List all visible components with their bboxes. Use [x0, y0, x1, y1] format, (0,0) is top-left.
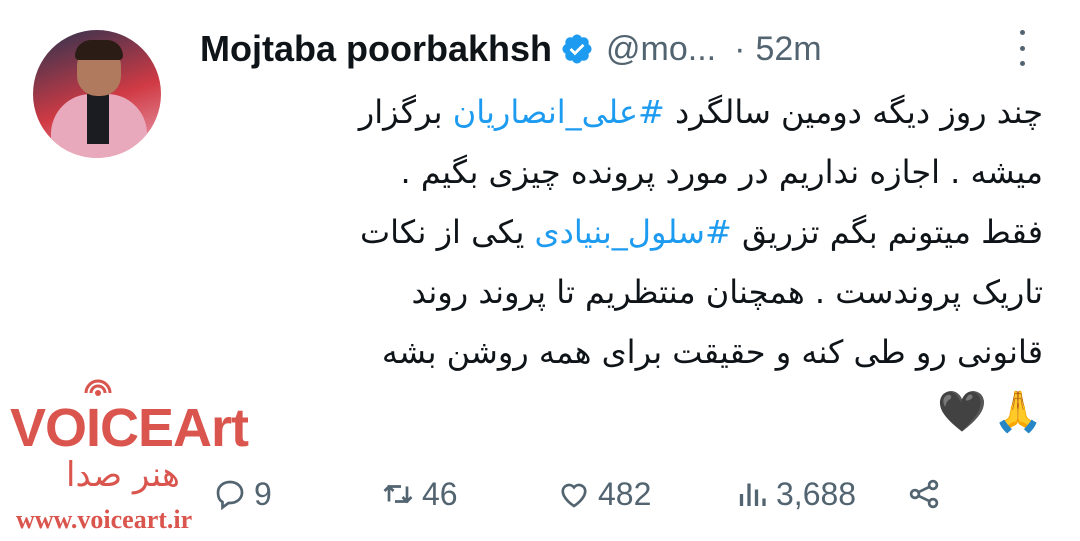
views-icon [739, 483, 766, 506]
tweet-timestamp[interactable]: 52m [755, 30, 821, 69]
watermark-subtitle: هنر صدا [66, 455, 180, 495]
hashtag-link[interactable]: #علی_انصاریان [453, 93, 665, 131]
tweet-text-segment: چند روز دیگه دومین سالگرد [664, 93, 1043, 131]
tweet-text-segment: قانونی رو طی کنه و حقیقت برای همه روشن ب… [381, 333, 1043, 371]
tweet-line: قانونی رو طی کنه و حقیقت برای همه روشن ب… [195, 322, 1043, 382]
more-dot [1019, 30, 1025, 35]
avatar-shirt [87, 94, 109, 144]
praying-hands-emoji: 🙏 [993, 389, 1043, 435]
tweet-text-segment: برگزار [358, 93, 453, 131]
tweet-emoji-line: 🙏🖤 [195, 382, 1043, 444]
tweet-text-segment: تاریک پروندست . همچنان منتظریم تا پروند … [411, 273, 1043, 311]
reply-icon [216, 480, 244, 511]
tweet-text-segment: یکی از نکات [359, 213, 535, 251]
tweet-line: چند روز دیگه دومین سالگرد #علی_انصاریان … [195, 82, 1043, 142]
views-count: 3,688 [776, 475, 857, 512]
tweet-header: Mojtaba poorbakhsh @mo... · 52m [200, 22, 822, 76]
tweet-text-segment: میشه . اجازه نداریم در مورد پرونده چیزی … [400, 153, 1043, 191]
author-handle[interactable]: @mo... [606, 30, 716, 69]
tweet-line: میشه . اجازه نداریم در مورد پرونده چیزی … [195, 142, 1043, 202]
hashtag-link[interactable]: #سلول_بنیادی [535, 213, 732, 251]
reply-button[interactable]: 9 [212, 468, 272, 520]
tweet-line: فقط میتونم بگم تزریق #سلول_بنیادی یکی از… [195, 202, 1043, 262]
more-dot [1019, 61, 1025, 66]
like-count: 482 [598, 475, 652, 512]
retweet-icon [383, 484, 413, 504]
verified-badge-icon [562, 34, 592, 64]
black-heart-emoji: 🖤 [937, 389, 988, 435]
header-separator: · [734, 29, 746, 68]
retweet-button[interactable]: 46 [380, 468, 458, 520]
watermark-title: VOICEArt [10, 398, 249, 458]
heart-icon [561, 483, 587, 508]
watermark-url: www.voiceart.ir [16, 505, 193, 534]
avatar-hair [75, 40, 123, 60]
reply-count: 9 [254, 475, 272, 512]
views-button[interactable]: 3,688 [734, 468, 856, 520]
retweet-count: 46 [422, 475, 458, 512]
tweet-line: تاریک پروندست . همچنان منتظریم تا پروند … [195, 262, 1043, 322]
tweet-text-segment: فقط میتونم بگم تزریق [731, 213, 1043, 251]
share-icon [909, 479, 939, 509]
tweet-text: چند روز دیگه دومین سالگرد #علی_انصاریان … [195, 82, 1043, 444]
author-name[interactable]: Mojtaba poorbakhsh [200, 28, 552, 70]
share-button[interactable] [906, 468, 942, 520]
author-avatar[interactable] [33, 30, 161, 158]
more-options-icon[interactable] [1010, 30, 1034, 66]
more-dot [1019, 45, 1025, 51]
like-button[interactable]: 482 [556, 468, 651, 520]
